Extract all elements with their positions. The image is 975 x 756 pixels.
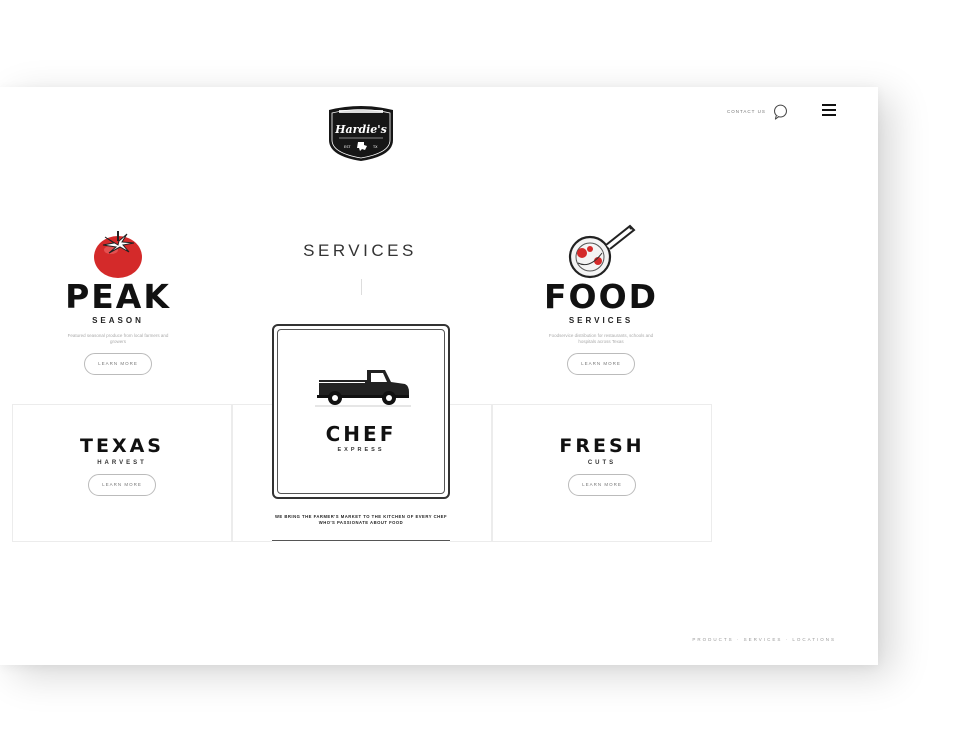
fresh-learn-more-button[interactable]: LEARN MORE [568,474,636,496]
svg-text:EST: EST [344,145,351,149]
chef-subtitle: EXPRESS [337,447,385,453]
menu-line [822,109,836,111]
peak-title: PEAK [65,277,171,316]
peak-learn-more-button[interactable]: LEARN MORE [84,353,152,375]
svg-text:Hardie's: Hardie's [334,123,387,136]
services-title: SERVICES [303,241,417,260]
food-subtitle: SERVICES [568,316,634,325]
texas-subtitle: HARVEST [97,460,147,466]
texas-title: TEXAS [80,435,164,457]
food-title: FOOD [543,277,659,316]
peak-subtitle: SEASON [92,316,144,325]
texas-learn-more-button[interactable]: LEARN MORE [88,474,156,496]
contact-us-link[interactable]: CONTACT US [727,101,789,121]
texas-harvest-tile[interactable]: TEXAS HARVEST LEARN MORE [12,404,232,542]
hamburger-menu-icon[interactable] [822,104,836,116]
menu-line [822,114,836,116]
footer-nav-text[interactable]: PRODUCTS · SERVICES · LOCATIONS [692,637,836,642]
website-page: Hardie's EST TX CONTACT US SERVICES TEXA… [0,87,878,665]
peak-description: Featured seasonal produce from local far… [67,333,169,344]
menu-line [822,104,836,106]
fresh-cuts-tile[interactable]: FRESH CUTS LEARN MORE [492,404,712,542]
food-services-feature: FOOD SERVICES Foodservice distribution f… [526,223,676,375]
tomato-icon [94,231,142,278]
divider [272,540,450,541]
food-learn-more-button[interactable]: LEARN MORE [567,353,635,375]
fresh-title: FRESH [559,435,645,457]
chef-description: WE BRING THE FARMER'S MARKET TO THE KITC… [274,514,448,525]
divider [361,279,362,295]
hardies-logo[interactable]: Hardie's EST TX [327,102,395,162]
chef-express-card[interactable]: CHEF EXPRESS [272,324,450,499]
tile-spacer [232,404,272,542]
logo-badge-icon: Hardie's EST TX [329,106,393,161]
contact-label: CONTACT US [727,108,766,114]
svg-text:TX: TX [372,145,378,149]
chat-bubble-icon [773,104,787,120]
peak-season-feature: PEAK SEASON Featured seasonal produce fr… [43,223,193,375]
skillet-icon [568,224,636,279]
food-description: Foodservice distribution for restaurants… [548,333,654,344]
pickup-truck-icon [315,370,411,407]
fresh-subtitle: CUTS [587,460,617,466]
chef-title: CHEF [325,422,397,446]
tile-spacer [450,404,492,542]
